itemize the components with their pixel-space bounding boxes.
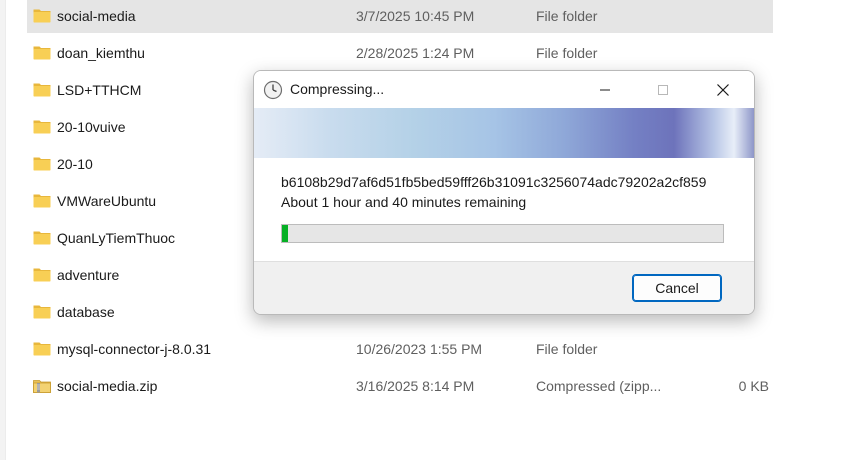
folder-icon bbox=[33, 305, 51, 319]
minimize-icon bbox=[600, 89, 610, 91]
progress-banner bbox=[254, 108, 754, 158]
dialog-titlebar[interactable]: Compressing... bbox=[254, 71, 754, 108]
file-name: doan_kiemthu bbox=[57, 45, 145, 61]
file-size: 0 KB bbox=[738, 378, 769, 394]
file-name: 20-10vuive bbox=[57, 119, 126, 135]
folder-icon bbox=[33, 194, 51, 208]
dialog-content: b6108b29d7af6d51fb5bed59fff26b31091c3256… bbox=[254, 158, 754, 261]
close-icon bbox=[717, 84, 729, 96]
compressing-dialog: Compressing... b6108b29d7af6d51fb5bed59f… bbox=[253, 70, 755, 315]
file-row[interactable]: social-media 3/7/2025 10:45 PM File folder bbox=[27, 0, 773, 33]
file-type: File folder bbox=[536, 45, 598, 61]
minimize-button[interactable] bbox=[582, 73, 628, 107]
file-type: Compressed (zipp... bbox=[536, 378, 662, 394]
file-date-modified: 3/16/2025 8:14 PM bbox=[356, 378, 475, 394]
file-name: social-media bbox=[57, 8, 136, 24]
maximize-button bbox=[640, 73, 686, 107]
time-remaining: About 1 hour and 40 minutes remaining bbox=[281, 194, 527, 210]
progress-bar-fill bbox=[282, 225, 289, 242]
file-name: adventure bbox=[57, 267, 120, 283]
file-name: QuanLyTiemThuoc bbox=[57, 230, 176, 246]
file-type: File folder bbox=[536, 341, 598, 357]
file-name: LSD+TTHCM bbox=[57, 82, 142, 98]
dialog-title: Compressing... bbox=[290, 81, 385, 97]
folder-icon bbox=[33, 9, 51, 23]
folder-icon bbox=[33, 157, 51, 171]
file-row[interactable]: mysql-connector-j-8.0.31 10/26/2023 1:55 … bbox=[27, 333, 773, 366]
file-row[interactable]: doan_kiemthu 2/28/2025 1:24 PM File folder bbox=[27, 37, 773, 70]
zip-folder-icon bbox=[33, 380, 51, 393]
file-type: File folder bbox=[536, 8, 598, 24]
file-name: VMWareUbuntu bbox=[57, 193, 157, 209]
file-date-modified: 3/7/2025 10:45 PM bbox=[356, 8, 475, 24]
dialog-footer: Cancel bbox=[254, 261, 754, 314]
cancel-button[interactable]: Cancel bbox=[632, 274, 722, 302]
file-date-modified: 10/26/2023 1:55 PM bbox=[356, 341, 483, 357]
current-filename: b6108b29d7af6d51fb5bed59fff26b31091c3256… bbox=[281, 174, 707, 190]
folder-icon bbox=[33, 83, 51, 97]
maximize-icon bbox=[658, 85, 668, 95]
file-name: mysql-connector-j-8.0.31 bbox=[57, 341, 212, 357]
close-button[interactable] bbox=[700, 73, 746, 107]
file-date-modified: 2/28/2025 1:24 PM bbox=[356, 45, 475, 61]
folder-icon bbox=[33, 268, 51, 282]
file-row[interactable]: social-media.zip 3/16/2025 8:14 PM Compres… bbox=[27, 370, 773, 403]
folder-icon bbox=[33, 342, 51, 356]
folder-icon bbox=[33, 120, 51, 134]
folder-icon bbox=[33, 46, 51, 60]
clock-icon bbox=[263, 80, 283, 100]
file-name: database bbox=[57, 304, 115, 320]
file-name: social-media.zip bbox=[57, 378, 158, 394]
file-name: 20-10 bbox=[57, 156, 93, 172]
folder-icon bbox=[33, 231, 51, 245]
progress-bar bbox=[281, 224, 724, 243]
